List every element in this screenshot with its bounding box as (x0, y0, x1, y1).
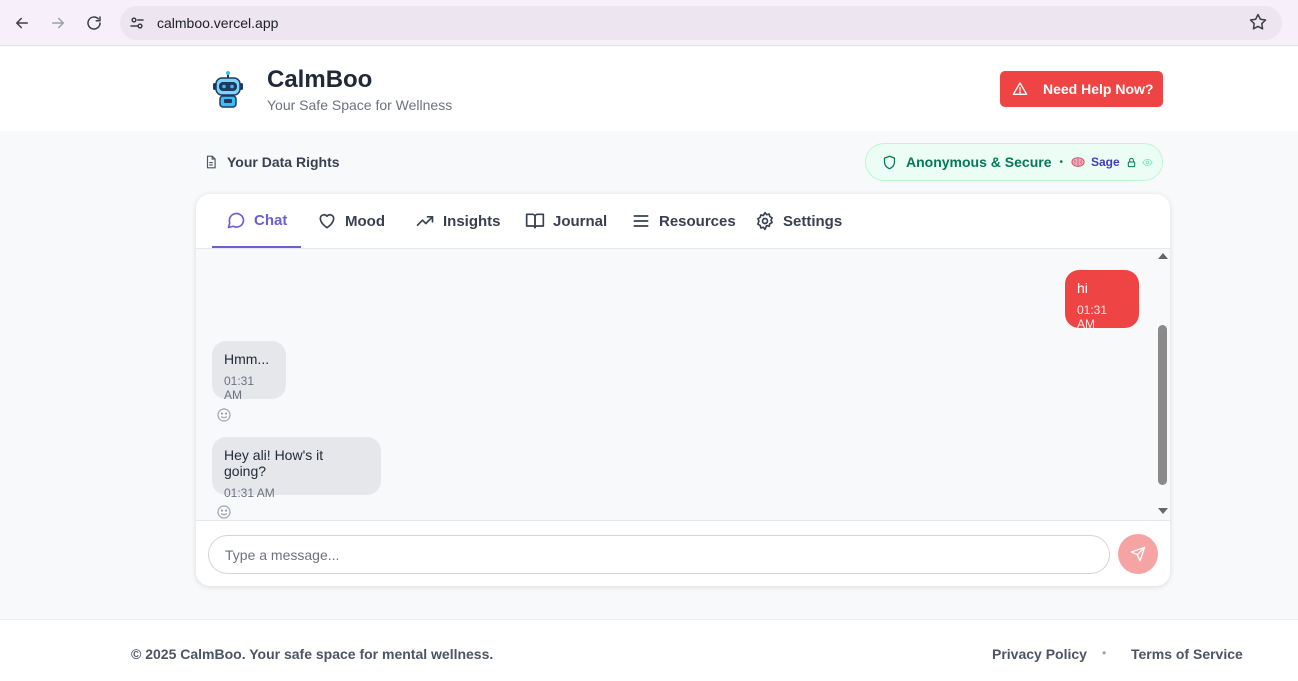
bookmark-star-icon[interactable] (1248, 12, 1268, 32)
robot-logo-icon (213, 71, 243, 108)
data-rights-link[interactable]: Your Data Rights (204, 154, 340, 170)
tab-chat[interactable]: Chat (212, 194, 301, 248)
bot-message: Hey ali! How's it going? 01:31 AM (212, 437, 381, 500)
status-separator: • (1059, 156, 1063, 168)
brain-icon (1071, 157, 1085, 167)
brand-title: CalmBoo (267, 66, 373, 93)
site-settings-icon[interactable] (128, 14, 146, 32)
terms-of-service-link[interactable]: Terms of Service (1131, 646, 1243, 662)
security-status-badge: Anonymous & Secure • Sage (865, 143, 1163, 181)
secure-label: Anonymous & Secure (906, 154, 1052, 170)
add-reaction-icon[interactable] (216, 407, 232, 423)
reload-icon[interactable] (82, 11, 106, 35)
message-input-wrapper (208, 535, 1110, 574)
book-open-icon (525, 213, 545, 229)
tab-resources[interactable]: Resources (631, 194, 736, 248)
tab-mood[interactable]: Mood (317, 194, 385, 248)
need-help-button[interactable]: Need Help Now? (1000, 71, 1163, 107)
tab-label: Insights (443, 212, 501, 230)
persona-label: Sage (1091, 155, 1120, 169)
message-time: 01:31 AM (1077, 303, 1108, 331)
user-message: hi 01:31 AM (1065, 270, 1139, 331)
tab-label: Settings (783, 212, 843, 230)
scrollbar-thumb[interactable] (1158, 325, 1167, 485)
back-arrow-icon[interactable] (10, 11, 34, 35)
tab-label: Resources (659, 212, 736, 230)
footer-separator: • (1102, 646, 1107, 660)
trending-up-icon (416, 216, 434, 226)
eye-icon (1142, 158, 1153, 166)
tab-insights[interactable]: Insights (415, 194, 501, 248)
tab-label: Journal (553, 212, 608, 230)
send-icon (1130, 546, 1146, 562)
menu-lines-icon (633, 215, 649, 227)
message-time: 01:31 AM (224, 374, 255, 402)
need-help-label: Need Help Now? (1043, 81, 1154, 97)
message-input[interactable] (209, 536, 1109, 573)
scroll-up-arrow-icon[interactable] (1158, 253, 1168, 259)
bot-message: Hmm... 01:31 AM (212, 341, 286, 402)
shield-icon (883, 155, 896, 169)
tab-bar: Chat Mood Insights Journal Resources Set… (196, 194, 1170, 249)
warning-triangle-icon (1012, 82, 1028, 95)
message-text: Hey ali! How's it going? (224, 447, 324, 479)
browser-toolbar: calmboo.vercel.app (0, 0, 1298, 46)
url-text[interactable]: calmboo.vercel.app (157, 15, 278, 31)
forward-arrow-icon[interactable] (46, 11, 70, 35)
tab-label: Chat (254, 211, 288, 229)
privacy-policy-link[interactable]: Privacy Policy (992, 646, 1087, 662)
add-reaction-icon[interactable] (216, 504, 232, 520)
message-list[interactable]: hi 01:31 AM Hmm... 01:31 AM Hey ali! How… (196, 249, 1170, 521)
send-button[interactable] (1118, 534, 1158, 574)
gear-icon (757, 211, 773, 231)
scroll-down-arrow-icon[interactable] (1158, 508, 1168, 514)
tab-settings[interactable]: Settings (755, 194, 842, 248)
data-rights-label: Your Data Rights (227, 154, 340, 170)
tab-journal[interactable]: Journal (525, 194, 607, 248)
address-bar[interactable]: calmboo.vercel.app (120, 6, 1282, 40)
copyright-text: © 2025 CalmBoo. Your safe space for ment… (131, 646, 494, 662)
chat-bubble-icon (227, 212, 245, 229)
message-text: Hmm... (224, 351, 270, 367)
brand-subtitle: Your Safe Space for Wellness (267, 97, 453, 113)
message-text: hi (1077, 280, 1088, 296)
message-time: 01:31 AM (224, 486, 275, 500)
tab-label: Mood (345, 212, 385, 230)
chat-card: Chat Mood Insights Journal Resources Set… (196, 194, 1170, 586)
document-icon (206, 155, 216, 169)
lock-icon (1127, 157, 1135, 167)
heart-icon (319, 213, 335, 229)
